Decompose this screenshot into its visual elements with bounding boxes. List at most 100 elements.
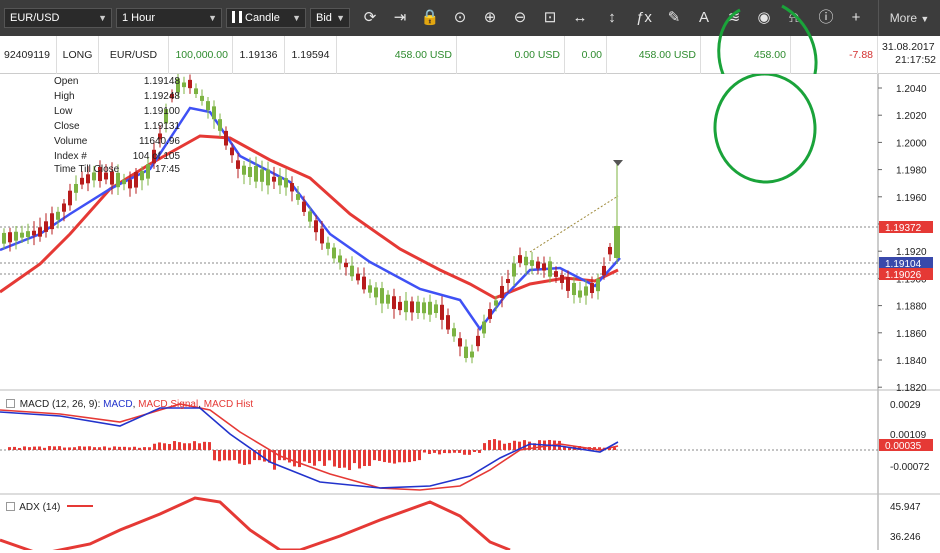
macd-hist-bar [398, 450, 401, 463]
refresh-icon[interactable]: ⟳ [358, 6, 382, 30]
macd-hist-bar [508, 442, 511, 450]
macd-hist-bar [323, 450, 326, 466]
macd-hist-bar [48, 446, 51, 450]
candle-body [62, 203, 66, 212]
macd-title-part: MACD Signal [138, 399, 199, 410]
candle-body [284, 178, 288, 188]
macd-hist-bar [133, 446, 136, 450]
macd-hist-bar [448, 450, 451, 454]
info-icon[interactable]: ⓘ [814, 6, 838, 30]
candle-body [530, 260, 534, 266]
more-button[interactable]: More ▼ [878, 0, 940, 36]
price-tick-label: 1.1860 [896, 329, 927, 340]
macd-hist-bar [423, 450, 426, 453]
macd-hist-bar [483, 443, 486, 450]
macd-hist-bar [88, 446, 91, 450]
candle-body [242, 165, 246, 175]
vertical-resize-icon[interactable]: ↕ [600, 6, 624, 30]
eye-icon[interactable]: ◉ [752, 6, 776, 30]
candle-body [446, 315, 450, 330]
macd-hist-bar [503, 443, 506, 450]
macd-hist-bar [293, 450, 296, 467]
chevron-down-icon: ▼ [98, 13, 107, 23]
timeframe-select[interactable]: 1 Hour ▼ [116, 8, 222, 28]
macd-marker-label: 0.00035 [885, 441, 922, 452]
annotation-circle [713, 72, 817, 184]
chart-type-select-label: Candle [245, 12, 280, 24]
candle-body [260, 169, 264, 182]
zoom-fit-icon[interactable]: ⊡ [538, 6, 562, 30]
adx-legend-swatch [67, 505, 94, 507]
candle-body [254, 165, 258, 182]
position-rollover: -7.88 [791, 36, 878, 74]
zoom-icon[interactable]: ⊙ [448, 6, 472, 30]
symbol-select[interactable]: EUR/USD ▼ [4, 8, 112, 28]
candle-body [74, 183, 78, 193]
candle-body [230, 147, 234, 156]
candle-body [356, 273, 360, 281]
candle-body [542, 263, 546, 271]
candle-body [200, 95, 204, 101]
macd-hist-bar [28, 447, 31, 450]
macd-hist-bar [338, 450, 341, 468]
chart-type-select[interactable]: Candle ▼ [226, 8, 306, 28]
alert-bell-icon[interactable]: ⍾ [782, 6, 806, 30]
crosshair-icon[interactable]: + [844, 6, 868, 30]
candle-body [188, 79, 192, 89]
layers-icon[interactable]: ≋ [722, 6, 746, 30]
candle-body [218, 119, 222, 131]
price-marker-label: 1.19026 [885, 270, 922, 281]
candle-body [86, 174, 90, 184]
candle-body [278, 176, 282, 186]
position-row[interactable]: 92409119 LONG EUR/USD 100,000.00 1.19136… [0, 36, 940, 74]
horizontal-resize-icon[interactable]: ↔ [568, 6, 592, 30]
candle-body [482, 321, 486, 334]
adx-collapse-icon[interactable] [6, 502, 15, 511]
macd-hist-bar [328, 450, 331, 461]
ohlc-label: Index # [54, 151, 87, 162]
function-icon[interactable]: ƒx [632, 6, 656, 30]
macd-hist-bar [213, 450, 216, 461]
macd-collapse-icon[interactable] [6, 399, 15, 408]
candle-body [410, 301, 414, 313]
zoom-out-icon[interactable]: ⊖ [508, 6, 532, 30]
macd-hist-bar [103, 446, 106, 450]
arrow-right-icon[interactable]: ⇥ [388, 6, 412, 30]
macd-hist-bar [98, 447, 101, 450]
zoom-in-icon[interactable]: ⊕ [478, 6, 502, 30]
macd-hist-bar [178, 442, 181, 450]
candle-body [368, 285, 372, 293]
price-tick-label: 1.2040 [896, 84, 927, 95]
candle-body [380, 288, 384, 304]
macd-hist-bar [93, 447, 96, 450]
price-side-select[interactable]: Bid ▼ [310, 8, 350, 28]
macd-hist-bar [63, 447, 66, 450]
macd-hist-bar [438, 450, 441, 455]
macd-hist-bar [193, 441, 196, 450]
candle-body [470, 351, 474, 358]
candle-body [128, 179, 132, 189]
candle-body [536, 261, 540, 269]
macd-hist-bar [188, 443, 191, 450]
ohlc-label: Low [54, 106, 73, 117]
macd-hist-bar [78, 446, 81, 450]
chart-area[interactable]: 1.20401.20201.20001.19801.19601.19401.19… [0, 69, 940, 553]
macd-hist-bar [68, 447, 71, 450]
candle-body [32, 230, 36, 236]
macd-hist-bar [313, 450, 316, 466]
macd-hist-bar [613, 447, 616, 450]
lock-icon[interactable]: 🔒 [418, 6, 442, 30]
macd-hist-bar [203, 441, 206, 450]
text-tool-icon[interactable]: A [692, 6, 716, 30]
price-side-select-label: Bid [316, 12, 332, 24]
price-marker-label: 1.19372 [885, 223, 922, 234]
position-datetime: 31.08.2017 21:17:52 [878, 36, 940, 74]
candle-body [338, 255, 342, 263]
price-tick-label: 1.1820 [896, 383, 927, 394]
candle-body [422, 302, 426, 314]
candle-body [416, 301, 420, 314]
candle-body [56, 211, 60, 220]
pencil-icon[interactable]: ✎ [662, 6, 686, 30]
macd-hist-bar [13, 446, 16, 450]
candle-body [350, 265, 354, 277]
